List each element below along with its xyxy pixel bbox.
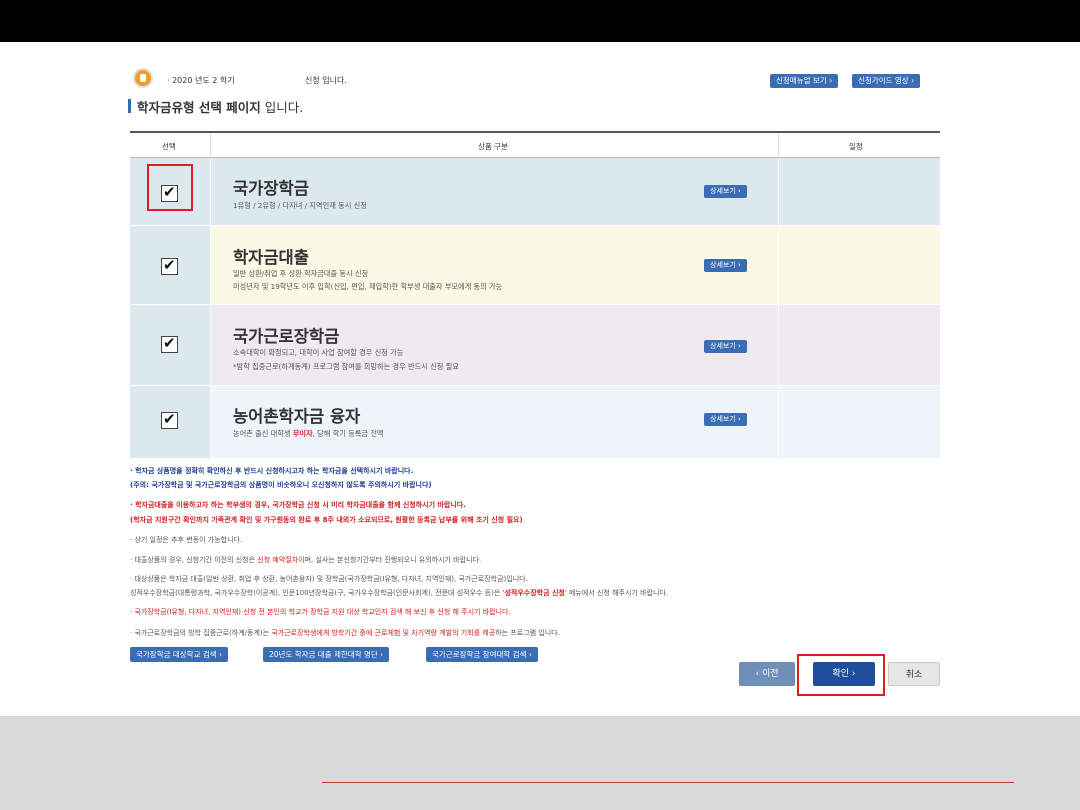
note-part: 하는 프로그램 입니다. bbox=[495, 629, 560, 637]
note-part: · 국가근로장학금의 방학 집중근로(하계/동계)는 bbox=[130, 629, 272, 637]
prev-label: 이전 bbox=[761, 669, 779, 679]
product-title: 국가장학금 bbox=[233, 179, 309, 198]
note-2b: (학자금 지원구간 확인까지 가족관계 확인 및 가구원동의 완료 후 8주 내… bbox=[130, 516, 523, 524]
select-cell bbox=[130, 305, 211, 385]
detail-button[interactable]: 상세보기 bbox=[704, 340, 747, 353]
product-desc: 소속대학이 확정되고, 대학이 사업 참여할 경우 신청 가능 bbox=[233, 348, 404, 357]
status-text: 신청 입니다. bbox=[305, 76, 347, 85]
detail-button[interactable]: 상세보기 bbox=[704, 259, 747, 272]
work-univ-search-button[interactable]: 국가근로장학금 참여대학 검색 bbox=[426, 647, 538, 662]
note-5a: · 대상상품은 학자금 대출(일반 상환, 취업 후 상환, 농어촌융자) 및 … bbox=[130, 575, 528, 583]
product-desc-2: 미성년자 및 19학년도 이후 입학(신입, 편입, 재입학)한 학부생 대출자… bbox=[233, 282, 503, 291]
product-desc: 1유형 / 2유형 / 다자녀 / 지역인재 동시 신청 bbox=[233, 201, 367, 210]
bottom-gray-area bbox=[0, 716, 1080, 810]
note-highlight: 성적우수장학금 신청 bbox=[504, 589, 565, 597]
table-row: 국가장학금 1유형 / 2유형 / 다자녀 / 지역인재 동시 신청 상세보기 bbox=[130, 158, 940, 226]
checkbox-rural-loan[interactable] bbox=[161, 410, 178, 429]
table-header: 선택 상품 구분 일정 bbox=[130, 131, 940, 160]
manual-button[interactable]: 신청매뉴얼 보기 bbox=[770, 74, 839, 88]
page-title: 학자금유형 선택 페이지 입니다. bbox=[128, 97, 303, 116]
note-highlight: 신청 예약절차 bbox=[257, 556, 299, 564]
note-7: · 국가근로장학금의 방학 집중근로(하계/동계)는 국가근로장학생에게 방학기… bbox=[130, 628, 560, 638]
product-cell: 학자금대출 일반 상환/취업 후 상환 학자금대출 동시 신청 미성년자 및 1… bbox=[211, 226, 778, 304]
table-row: 학자금대출 일반 상환/취업 후 상환 학자금대출 동시 신청 미성년자 및 1… bbox=[130, 226, 940, 305]
schedule-cell bbox=[778, 226, 941, 304]
note-part: · 대출상품의 경우, 신청기간 이전의 신청은 bbox=[130, 556, 258, 564]
note-part: 성적우수장학금(대통령과학, 국가우수장학(이공계), 인문100년장학금(구,… bbox=[130, 589, 505, 597]
product-cell: 국가근로장학금 소속대학이 확정되고, 대학이 사업 참여할 경우 신청 가능 … bbox=[211, 305, 778, 385]
note-2a: · 학자금대출을 이용하고자 하는 학부생의 경우, 국가장학금 신청 시 미리… bbox=[130, 501, 466, 509]
product-cell: 농어촌학자금 융자 농어촌 출신 대학생 무이자, 당해 학기 등록금 전액 상… bbox=[211, 386, 778, 458]
header-select: 선택 bbox=[162, 142, 176, 151]
top-black-bar bbox=[0, 0, 1080, 42]
guide-video-button[interactable]: 신청가이드 영상 bbox=[852, 74, 921, 88]
desc-part: 농어촌 출신 대학생 bbox=[233, 429, 293, 438]
note-1a: · 학자금 상품명을 정확히 확인하신 후 반드시 신청하시고자 하는 학자금을… bbox=[130, 467, 414, 475]
schedule-cell bbox=[778, 158, 941, 225]
highlight-box-checkbox bbox=[147, 164, 193, 211]
product-desc: 농어촌 출신 대학생 무이자, 당해 학기 등록금 전액 bbox=[233, 429, 384, 439]
note-part: ' 메뉴에서 신청 해주시기 바랍니다. bbox=[564, 589, 669, 597]
detail-button[interactable]: 상세보기 bbox=[704, 413, 747, 426]
product-desc-2: *방학 집중근로(하계동계) 프로그램 참여를 희망하는 경우 반드시 신청 필… bbox=[233, 362, 459, 371]
product-title: 농어촌학자금 융자 bbox=[233, 407, 361, 426]
note-1b: (주의: 국가장학금 및 국가근로장학금의 상품명이 비슷하오니 오신청하지 않… bbox=[130, 481, 432, 489]
lightbulb-icon bbox=[133, 68, 153, 88]
desc-highlight: 무이자 bbox=[292, 429, 313, 438]
restricted-univ-button[interactable]: 20년도 학자금 대출 제한대학 명단 bbox=[263, 647, 390, 662]
checkbox-work-scholarship[interactable] bbox=[161, 334, 178, 353]
desc-part: , 당해 학기 등록금 전액 bbox=[312, 429, 384, 438]
note-4: · 대출상품의 경우, 신청기간 이전의 신청은 신청 예약절차이며, 실사는 … bbox=[130, 555, 481, 565]
note-5b: 성적우수장학금(대통령과학, 국가우수장학(이공계), 인문100년장학금(구,… bbox=[130, 588, 668, 598]
semester-text: · 2020 년도 2 학기 bbox=[167, 76, 235, 85]
product-desc: 일반 상환/취업 후 상환 학자금대출 동시 신청 bbox=[233, 269, 369, 278]
page-title-bold: 학자금유형 선택 페이지 bbox=[137, 100, 261, 115]
note-3: · 상기 일정은 추후 변동이 가능합니다. bbox=[130, 536, 243, 544]
note-highlight: 국가근로장학생에게 방학기간 중에 근로체험 및 자기역량 계발의 기회를 제공 bbox=[271, 629, 496, 637]
cancel-button[interactable]: 취소 bbox=[888, 662, 940, 686]
schedule-cell bbox=[778, 386, 941, 458]
schedule-cell bbox=[778, 305, 941, 385]
page-title-rest: 입니다. bbox=[260, 100, 304, 115]
product-cell: 국가장학금 1유형 / 2유형 / 다자녀 / 지역인재 동시 신청 상세보기 bbox=[211, 158, 778, 225]
product-title: 학자금대출 bbox=[233, 248, 309, 267]
bottom-red-line bbox=[322, 782, 1014, 783]
note-6: · 국가장학금(Ⅰ유형, 다자녀, 지역인재) 신청 전 본인의 학교가 장학금… bbox=[130, 608, 511, 616]
table-row: 국가근로장학금 소속대학이 확정되고, 대학이 사업 참여할 경우 신청 가능 … bbox=[130, 305, 940, 386]
select-cell bbox=[130, 386, 211, 458]
highlight-box-confirm bbox=[797, 654, 885, 696]
checkbox-student-loan[interactable] bbox=[161, 256, 178, 275]
table-row: 농어촌학자금 융자 농어촌 출신 대학생 무이자, 당해 학기 등록금 전액 상… bbox=[130, 386, 940, 459]
header-schedule: 일정 bbox=[849, 142, 863, 151]
header-product: 상품 구분 bbox=[478, 142, 508, 151]
product-title: 국가근로장학금 bbox=[233, 327, 340, 346]
school-search-button[interactable]: 국가장학금 대상학교 검색 bbox=[130, 647, 229, 662]
prev-button[interactable]: ‹ 이전 bbox=[739, 662, 795, 686]
detail-button[interactable]: 상세보기 bbox=[704, 185, 747, 198]
select-cell bbox=[130, 226, 211, 304]
product-table: 선택 상품 구분 일정 국가장학금 1유형 / 2유형 / 다자녀 / 지역인재… bbox=[130, 131, 940, 459]
note-part: 이며, 실사는 본신청기간부터 진행되오니 유의하시기 바랍니다. bbox=[298, 556, 482, 564]
